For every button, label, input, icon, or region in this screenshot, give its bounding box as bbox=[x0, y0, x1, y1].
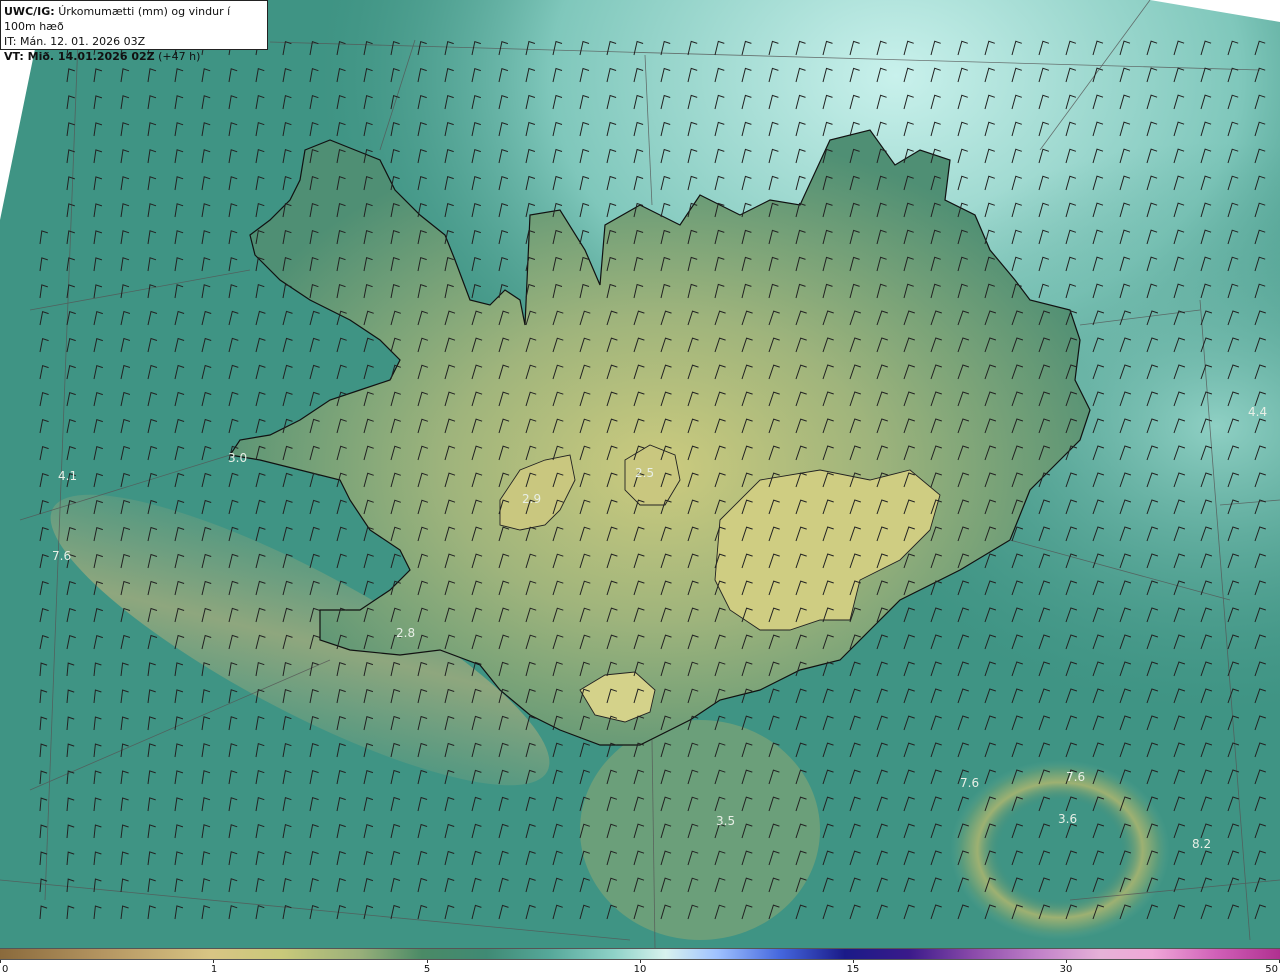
map-label: 7.6 bbox=[960, 776, 979, 790]
colorbar-tick: 5 bbox=[423, 964, 431, 975]
map-label: 4.4 bbox=[1248, 405, 1267, 419]
map-label: 3.6 bbox=[1058, 812, 1077, 826]
valid-time: VT: Mið. 14.01.2026 02Z bbox=[4, 50, 155, 63]
colorbar-tick: 15 bbox=[846, 964, 860, 975]
map-label: 7.6 bbox=[52, 549, 71, 563]
map-header: UWC/IG: Úrkomumætti (mm) og vindur í 100… bbox=[0, 0, 268, 63]
header-title-line: UWC/IG: Úrkomumætti (mm) og vindur í 100… bbox=[4, 4, 263, 34]
map-label: 3.5 bbox=[716, 814, 735, 828]
map-label: 7.6 bbox=[1066, 770, 1085, 784]
colorbar-tick: 50 bbox=[1265, 964, 1278, 975]
map-label: 2.9 bbox=[522, 492, 541, 506]
colorbar-tick: 10 bbox=[633, 964, 647, 975]
valid-time-line: VT: Mið. 14.01.2026 02Z (+47 h) bbox=[4, 49, 263, 64]
colorbar-tick: 0 bbox=[2, 964, 9, 975]
colorbar-tick: 1 bbox=[210, 964, 218, 975]
precipitation-wind-map: 3.0 4.1 7.6 2.9 2.5 2.8 4.4 3.5 7.6 3.6 … bbox=[0, 0, 1280, 948]
model-label: UWC/IG: bbox=[4, 5, 55, 18]
colorbar-tick: 30 bbox=[1059, 964, 1073, 975]
map-label: 2.8 bbox=[396, 626, 415, 640]
valid-offset: (+47 h) bbox=[158, 50, 201, 63]
precipitation-colorbar bbox=[0, 948, 1280, 960]
map-label: 2.5 bbox=[635, 466, 654, 480]
map-label: 8.2 bbox=[1192, 837, 1211, 851]
map-label: 4.1 bbox=[58, 469, 77, 483]
map-canvas: 3.0 4.1 7.6 2.9 2.5 2.8 4.4 3.5 7.6 3.6 … bbox=[0, 0, 1280, 948]
issue-time: IT: Mán. 12. 01. 2026 03Z bbox=[4, 35, 146, 48]
colorbar-ticks: 0 1 5 10 15 30 50 bbox=[0, 960, 1280, 978]
map-label: 3.0 bbox=[228, 451, 247, 465]
